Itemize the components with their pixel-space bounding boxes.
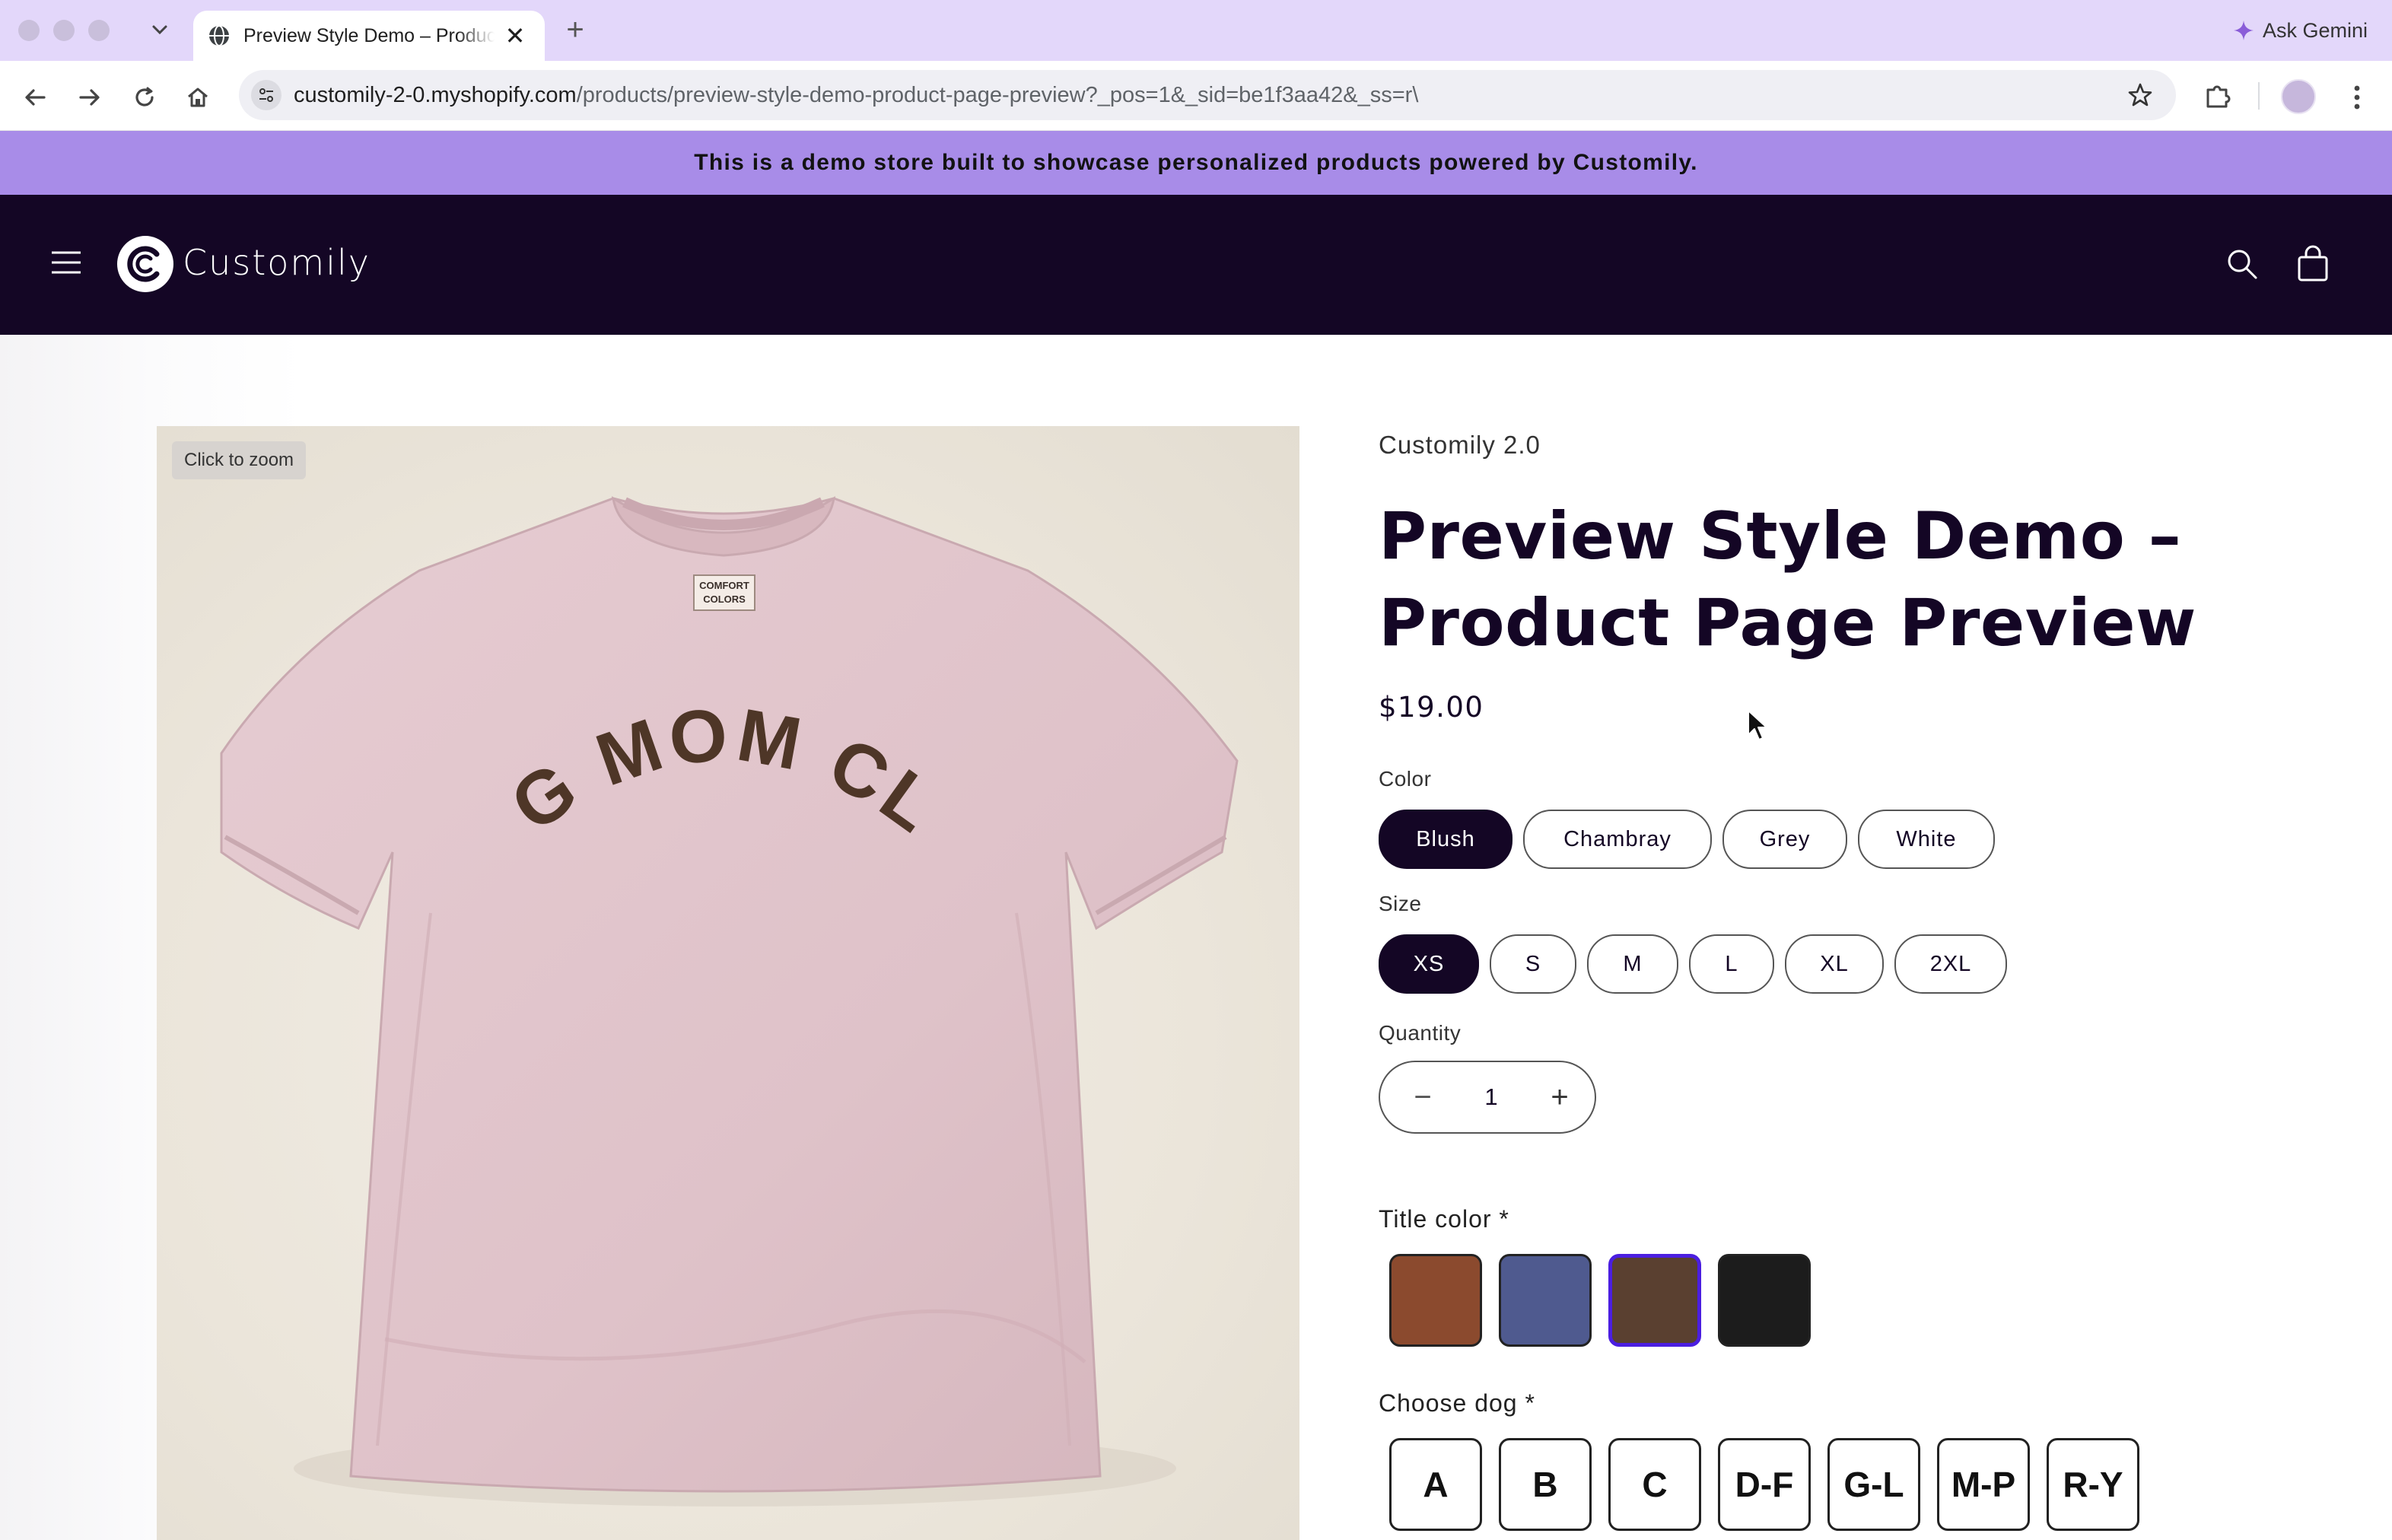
brand-name[interactable]: Customily — [183, 242, 371, 283]
tab-title: Preview Style Demo – Product Page Previe… — [243, 24, 495, 46]
quantity-input[interactable]: 1 — [1453, 1068, 1529, 1126]
home-icon[interactable] — [180, 79, 216, 116]
new-tab-button[interactable]: + — [558, 11, 592, 49]
size-option-2xl[interactable]: 2XL — [1894, 934, 2007, 994]
quantity-increase-button[interactable]: + — [1531, 1068, 1589, 1126]
title-color-label: Title color * — [1379, 1205, 1509, 1233]
announcement-text: This is a demo store built to showcase p… — [694, 150, 1698, 175]
title-color-swatch-black[interactable] — [1718, 1254, 1811, 1347]
title-color-swatch-rust[interactable] — [1389, 1254, 1482, 1347]
forward-arrow-icon[interactable] — [72, 79, 108, 116]
site-settings-icon[interactable] — [251, 80, 282, 110]
announcement-bar: This is a demo store built to showcase p… — [0, 131, 2392, 195]
color-option-white[interactable]: White — [1858, 810, 1995, 869]
dog-option-r-y[interactable]: R-Y — [2047, 1438, 2139, 1531]
color-option-blush[interactable]: Blush — [1379, 810, 1512, 869]
title-color-swatch-brown[interactable] — [1608, 1254, 1701, 1347]
dog-option-b[interactable]: B — [1499, 1438, 1592, 1531]
quantity-decrease-button[interactable]: − — [1394, 1068, 1452, 1126]
dog-option-c[interactable]: C — [1608, 1438, 1701, 1531]
product-price: $19.00 — [1379, 691, 1484, 724]
size-option-m[interactable]: M — [1587, 934, 1678, 994]
dog-option-d-f[interactable]: D-F — [1718, 1438, 1811, 1531]
browser-tab-active[interactable]: Preview Style Demo – Product Page Previe… — [193, 11, 545, 61]
customily-logo-icon[interactable] — [117, 236, 173, 292]
choose-dog-label: Choose dog * — [1379, 1389, 1535, 1417]
address-bar[interactable]: customily-2-0.myshopify.com/products/pre… — [239, 70, 2176, 120]
svg-text:COMFORT: COMFORT — [699, 580, 749, 591]
quantity-label: Quantity — [1379, 1021, 1462, 1045]
product-image[interactable]: COMFORT COLORS DOG MOM CLUB — [157, 426, 1299, 1540]
cart-icon[interactable] — [2290, 242, 2336, 288]
ask-gemini-button[interactable]: Ask Gemini — [2232, 12, 2368, 49]
svg-text:COLORS: COLORS — [703, 593, 746, 605]
color-option-grey[interactable]: Grey — [1722, 810, 1847, 869]
bookmark-star-icon[interactable] — [2126, 81, 2155, 110]
window-close-dot[interactable] — [18, 20, 40, 41]
color-option-label: Color — [1379, 767, 1432, 791]
url-host: customily-2-0.myshopify.com — [294, 82, 577, 107]
menu-icon[interactable] — [47, 243, 85, 282]
tab-close-icon[interactable]: ✕ — [504, 21, 526, 50]
window-maximize-dot[interactable] — [88, 20, 110, 41]
product-vendor: Customily 2.0 — [1379, 431, 1541, 459]
window-minimize-dot[interactable] — [53, 20, 75, 41]
search-icon[interactable] — [2222, 243, 2263, 285]
gemini-sparkle-icon — [2233, 21, 2254, 40]
dog-option-m-p[interactable]: M-P — [1937, 1438, 2030, 1531]
dog-option-a[interactable]: A — [1389, 1438, 1482, 1531]
profile-avatar[interactable] — [2281, 79, 2316, 114]
size-option-s[interactable]: S — [1490, 934, 1576, 994]
more-options-icon[interactable] — [2342, 79, 2372, 116]
product-title-line-1: Preview Style Demo – — [1379, 498, 2182, 574]
ask-gemini-label: Ask Gemini — [2262, 18, 2368, 42]
zoom-hint-badge[interactable]: Click to zoom — [172, 441, 307, 479]
reload-icon[interactable] — [126, 79, 163, 116]
url-text: customily-2-0.myshopify.com/products/pre… — [294, 83, 1418, 108]
title-color-swatch-blue[interactable] — [1499, 1254, 1592, 1347]
globe-icon — [207, 24, 231, 48]
size-option-label: Size — [1379, 892, 1422, 915]
tshirt-illustration: COMFORT COLORS DOG MOM CLUB — [157, 426, 1239, 1507]
back-arrow-icon[interactable] — [17, 79, 53, 116]
extensions-puzzle-icon[interactable] — [2199, 78, 2237, 116]
product-title: Preview Style Demo – Product Page Previe… — [1379, 493, 2292, 667]
mouse-cursor-icon — [1747, 709, 1770, 743]
url-path: /products/preview-style-demo-product-pag… — [576, 82, 1419, 107]
tab-search-chevron-icon[interactable] — [145, 17, 175, 44]
toolbar-separator — [2258, 82, 2260, 110]
size-option-xs[interactable]: XS — [1379, 934, 1479, 994]
color-option-chambray[interactable]: Chambray — [1523, 810, 1712, 869]
size-option-xl[interactable]: XL — [1785, 934, 1884, 994]
dog-option-g-l[interactable]: G-L — [1827, 1438, 1920, 1531]
product-title-line-2: Product Page Preview — [1379, 585, 2197, 661]
size-option-l[interactable]: L — [1689, 934, 1774, 994]
